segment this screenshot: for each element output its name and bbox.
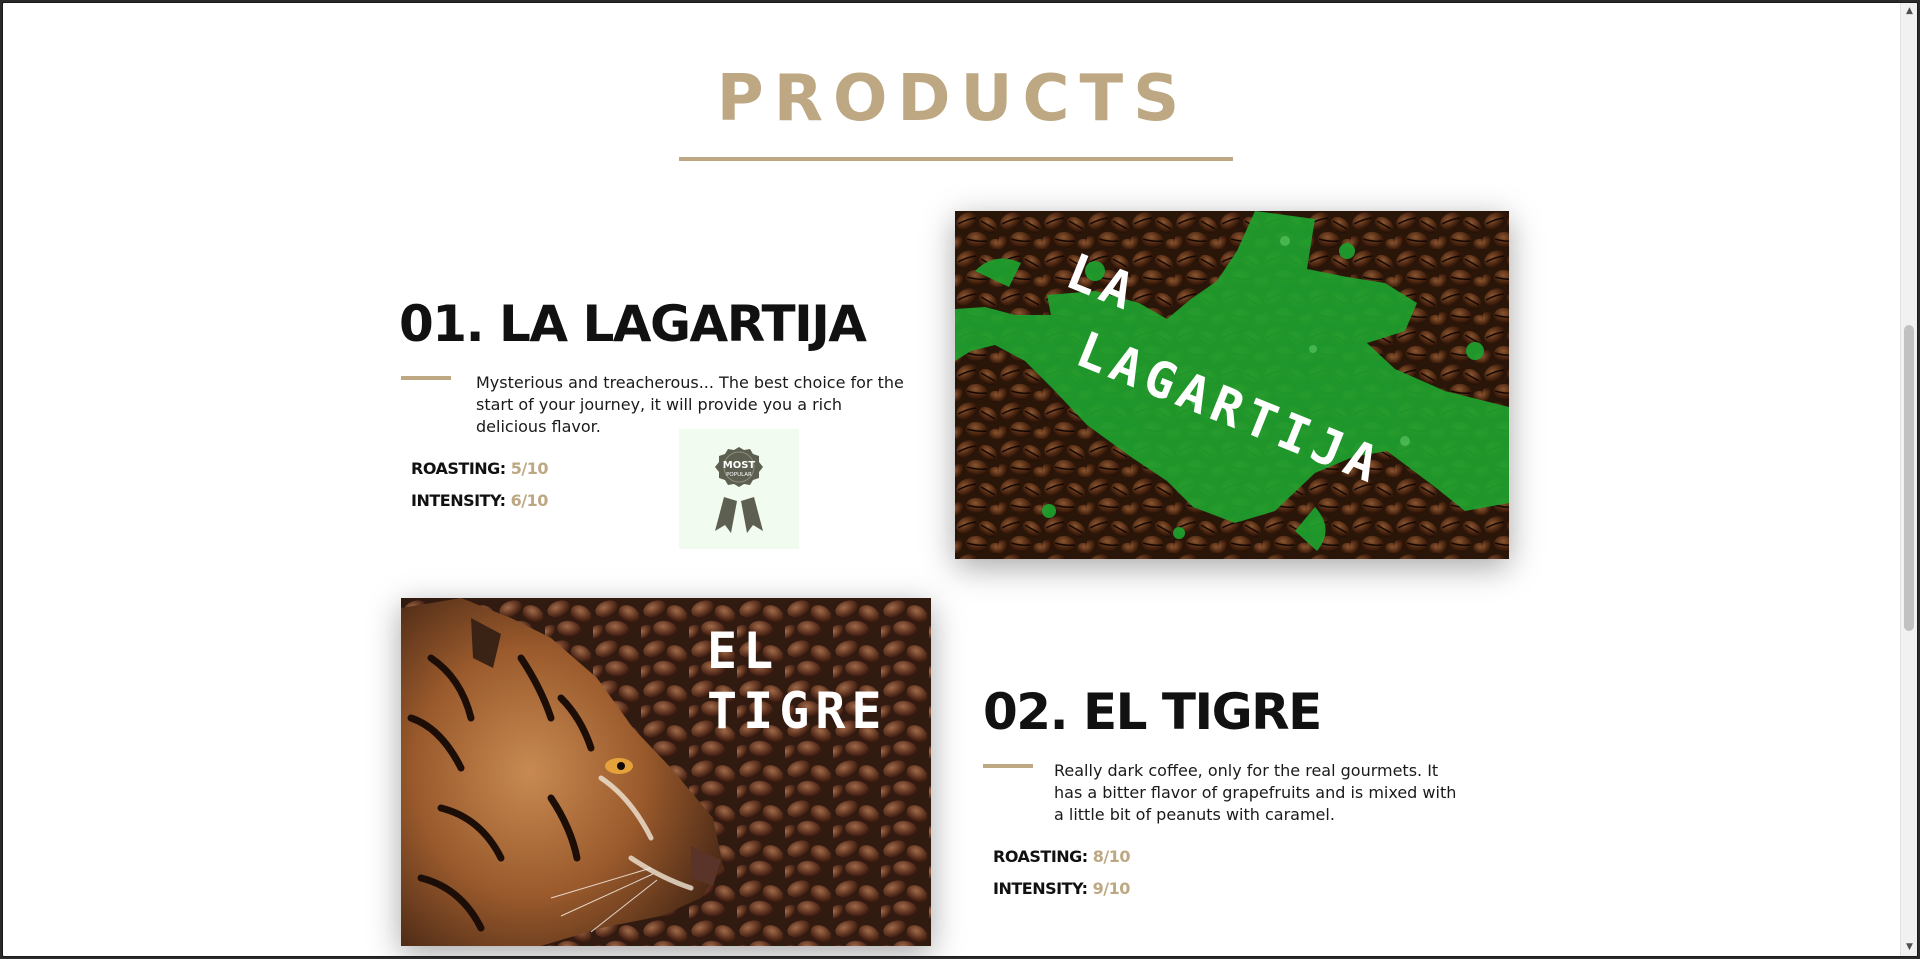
intensity-label: INTENSITY:	[411, 491, 506, 510]
product-1-intensity: INTENSITY: 6/10	[411, 491, 548, 510]
roasting-value: 5/10	[510, 459, 549, 478]
product-1-image: LA LAGARTIJA	[955, 211, 1509, 559]
product-2-name: 02. EL TIGRE	[983, 683, 1322, 741]
product-1-name: 01. LA LAGARTIJA	[399, 295, 867, 353]
product-2-accent-bar	[983, 764, 1033, 768]
badge-text-line1: MOST	[723, 460, 756, 471]
roasting-label: ROASTING:	[993, 847, 1088, 866]
product-1-accent-bar	[401, 376, 451, 380]
scrollbar-thumb[interactable]	[1904, 325, 1914, 631]
product-2-description: Really dark coffee, only for the real go…	[1054, 761, 1457, 824]
ribbon-award-icon: MOST POPULAR	[715, 447, 763, 533]
most-popular-badge: MOST POPULAR	[679, 429, 799, 549]
image-2-text-line1: EL	[707, 622, 779, 680]
intensity-value: 6/10	[510, 491, 549, 510]
intensity-label: INTENSITY:	[993, 879, 1088, 898]
roasting-label: ROASTING:	[411, 459, 506, 478]
intensity-value: 9/10	[1092, 879, 1131, 898]
product-1-roasting: ROASTING: 5/10	[411, 459, 549, 478]
browser-viewport: PRODUCTS 01. LA LAGARTIJA Mysterious and…	[2, 2, 1918, 957]
section-title: PRODUCTS	[716, 62, 1190, 136]
badge-text-line2: POPULAR	[726, 472, 752, 478]
title-underline	[679, 157, 1233, 161]
arrow-down-icon[interactable]: ▼	[1901, 939, 1917, 956]
product-2-image: EL TIGRE	[401, 598, 931, 946]
arrow-up-icon[interactable]: ▲	[1901, 3, 1917, 20]
roasting-value: 8/10	[1092, 847, 1131, 866]
image-2-text-line2: TIGRE	[707, 682, 888, 740]
product-2-roasting: ROASTING: 8/10	[993, 847, 1131, 866]
product-2-intensity: INTENSITY: 9/10	[993, 879, 1130, 898]
vertical-scrollbar[interactable]: ▲ ▼	[1900, 3, 1917, 956]
